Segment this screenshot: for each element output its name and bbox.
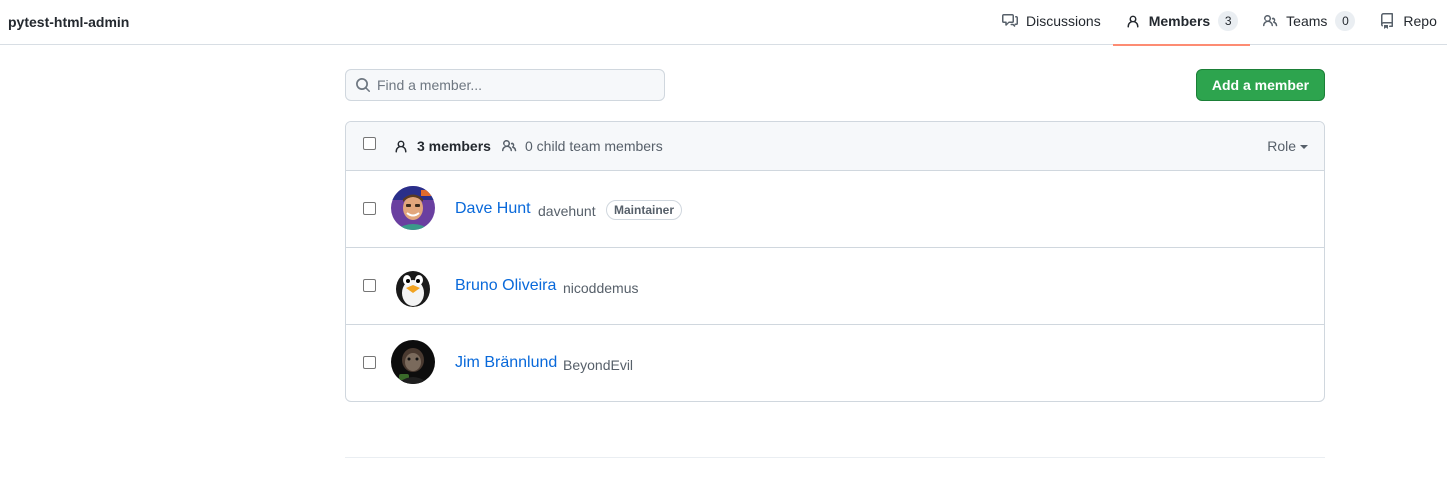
member-login: BeyondEvil: [563, 357, 634, 373]
member-name-link[interactable]: Jim Brännlund: [455, 354, 557, 372]
member-checkbox[interactable]: [363, 279, 376, 292]
tab-members[interactable]: Members 3: [1112, 0, 1251, 46]
member-checkbox[interactable]: [363, 356, 376, 369]
members-list-header: 3 members 0 child team members Role: [346, 122, 1324, 171]
members-count-label: 3 members: [417, 138, 491, 154]
members-count: 3 members: [393, 138, 491, 154]
member-login: davehunt: [538, 203, 596, 219]
members-list: 3 members 0 child team members Role Dave…: [345, 121, 1325, 402]
maintainer-badge: Maintainer: [606, 200, 683, 220]
member-checkbox[interactable]: [363, 202, 376, 215]
child-team-members[interactable]: 0 child team members: [501, 138, 663, 154]
caret-down-icon: [1300, 145, 1308, 149]
tab-repositories[interactable]: Repo: [1367, 0, 1447, 45]
member-name-link[interactable]: Dave Hunt: [455, 200, 531, 218]
find-member-search: [345, 69, 665, 101]
tab-discussions[interactable]: Discussions: [990, 0, 1113, 45]
comment-discussion-icon: [1002, 13, 1018, 27]
tab-teams-label: Teams: [1286, 12, 1328, 29]
avatar[interactable]: [391, 263, 435, 307]
team-header-bar: pytest-html-admin Discussions Members 3 …: [0, 0, 1447, 46]
repo-icon: [1381, 12, 1394, 29]
role-filter-label: Role: [1267, 138, 1296, 154]
member-row: Jim Brännlund BeyondEvil: [346, 325, 1324, 401]
member-login: nicoddemus: [563, 280, 639, 296]
tab-discussions-label: Discussions: [1026, 12, 1101, 29]
person-icon: [395, 140, 407, 153]
tab-repositories-label: Repo: [1403, 12, 1437, 29]
tab-members-label: Members: [1148, 12, 1211, 29]
divider: [345, 457, 1325, 458]
team-tabs: Discussions Members 3 Teams 0 Repo: [990, 0, 1447, 46]
member-row: Dave Hunt davehunt Maintainer: [346, 171, 1324, 248]
people-icon: [501, 140, 517, 152]
member-name-link[interactable]: Bruno Oliveira: [455, 277, 556, 295]
search-icon: [356, 78, 370, 92]
members-counter: 3: [1218, 10, 1239, 31]
child-team-members-label: 0 child team members: [525, 138, 663, 154]
role-filter-dropdown[interactable]: Role: [1267, 138, 1308, 154]
tab-teams[interactable]: Teams 0: [1250, 0, 1367, 45]
avatar[interactable]: [391, 340, 435, 384]
search-input[interactable]: [377, 77, 657, 93]
avatar[interactable]: [391, 186, 435, 230]
add-member-button[interactable]: Add a member: [1196, 69, 1325, 101]
teams-counter: 0: [1335, 10, 1356, 31]
people-icon: [1263, 14, 1278, 26]
person-icon: [1127, 15, 1139, 27]
select-all-checkbox[interactable]: [363, 137, 376, 150]
member-row: Bruno Oliveira nicoddemus: [346, 248, 1324, 325]
team-name[interactable]: pytest-html-admin: [8, 14, 129, 30]
